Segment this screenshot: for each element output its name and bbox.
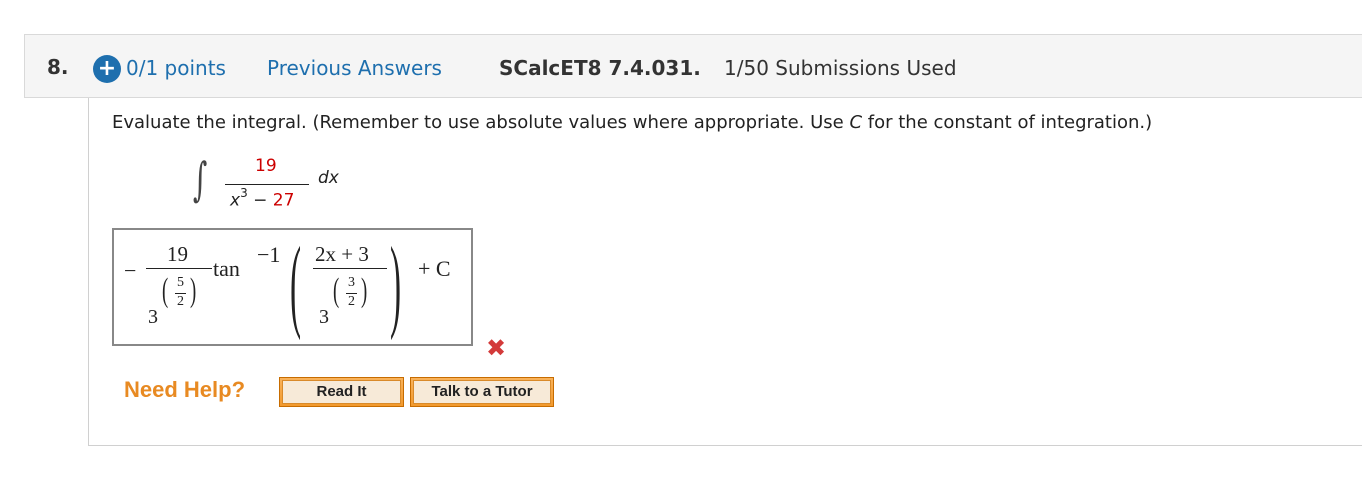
integral-sign: ∫ xyxy=(193,152,208,206)
arg-numerator: 2x + 3 xyxy=(315,242,369,266)
den-constant: 27 xyxy=(272,190,295,211)
den-minus: − xyxy=(247,190,273,211)
talk-to-tutor-label: Talk to a Tutor xyxy=(413,380,551,404)
differential: dx xyxy=(318,168,339,188)
arg-exp-left-paren: ( xyxy=(333,272,340,309)
coef-exp-left-paren: ( xyxy=(162,272,169,309)
integrand-fraction-bar xyxy=(225,184,309,185)
expand-plus-icon[interactable]: + xyxy=(93,55,121,83)
arg-base: 3 xyxy=(319,306,329,328)
tan-function: tan xyxy=(213,256,240,281)
coef-fraction-bar xyxy=(146,268,212,269)
points-link[interactable]: 0/1 points xyxy=(126,56,226,80)
previous-answers-link[interactable]: Previous Answers xyxy=(267,56,442,80)
coef-base: 3 xyxy=(148,306,158,328)
instructions-before: Evaluate the integral. (Remember to use … xyxy=(112,112,850,133)
arg-exp-numerator: 3 xyxy=(348,275,355,290)
coef-exp-right-paren: ) xyxy=(190,272,197,309)
question-header: 8. + 0/1 points Previous Answers SCalcET… xyxy=(24,34,1362,98)
arg-fraction-bar xyxy=(313,268,387,269)
read-it-button[interactable]: Read It xyxy=(279,377,404,407)
arg-left-paren: ( xyxy=(290,226,302,341)
arg-exp-right-paren: ) xyxy=(361,272,368,309)
talk-to-tutor-button[interactable]: Talk to a Tutor xyxy=(410,377,554,407)
course-code: SCalcET8 7.4.031. xyxy=(499,56,701,80)
integrand-numerator: 19 xyxy=(255,156,277,176)
submissions-used: 1/50 Submissions Used xyxy=(724,56,957,80)
need-help-label: Need Help? xyxy=(124,377,246,402)
arg-right-paren: ) xyxy=(390,226,402,341)
constant-variable: C xyxy=(849,112,863,133)
integrand-denominator: x3 − 27 xyxy=(230,186,295,211)
tan-inverse-exponent: −1 xyxy=(257,242,281,267)
coef-exp-denominator: 2 xyxy=(177,294,184,309)
answer-box[interactable]: − 19 3 ( 5 2 ) tan −1 ( 2x + 3 3 ( 3 2 )… xyxy=(112,226,473,346)
den-exponent: 3 xyxy=(240,186,248,200)
coef-numerator: 19 xyxy=(167,242,188,266)
read-it-label: Read It xyxy=(282,380,401,404)
answer-minus: − xyxy=(124,258,137,283)
instructions-after: for the constant of integration.) xyxy=(862,112,1153,133)
instructions-text: Evaluate the integral. (Remember to use … xyxy=(112,112,1152,133)
coef-exp-numerator: 5 xyxy=(177,275,184,290)
plus-constant: + C xyxy=(418,256,451,281)
den-variable: x xyxy=(230,190,241,211)
question-number: 8. xyxy=(47,55,69,79)
arg-exp-denominator: 2 xyxy=(348,294,355,309)
incorrect-x-icon: ✖ xyxy=(486,334,507,362)
